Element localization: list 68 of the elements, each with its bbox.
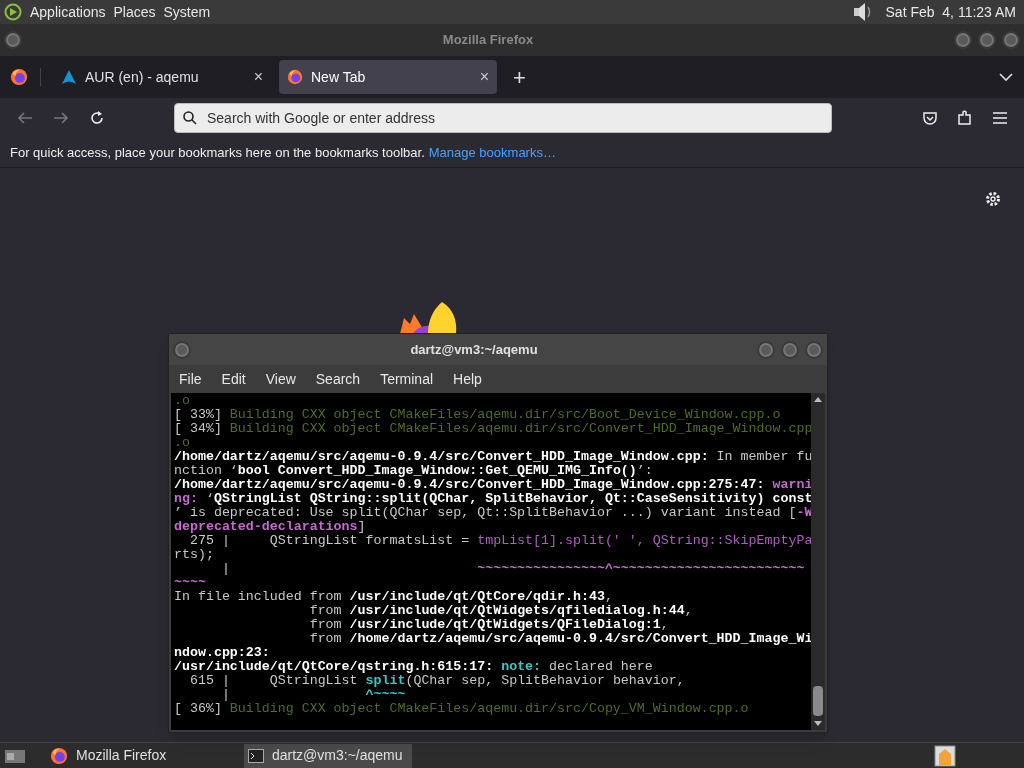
scroll-down-icon[interactable] bbox=[813, 720, 823, 728]
close-button[interactable] bbox=[805, 340, 823, 359]
terminal-icon bbox=[248, 748, 264, 763]
terminal-line: /home/dartz/aqemu/src/aqemu-0.9.4/src/Convert_HDD_Image_Window.cpp: In member fu bbox=[174, 450, 811, 464]
tab-close-button[interactable]: × bbox=[253, 65, 263, 89]
distro-logo-icon[interactable] bbox=[4, 3, 22, 21]
menu-item[interactable]: Search bbox=[315, 368, 361, 390]
menu-item[interactable]: View bbox=[265, 368, 296, 390]
firefox-icon bbox=[287, 69, 303, 85]
address-field[interactable]: Search with Google or enter address bbox=[174, 103, 832, 133]
browser-tab[interactable]: New Tab × bbox=[279, 60, 497, 94]
bookmarks-hint: For quick access, place your bookmarks here on the bookmarks toolbar. bbox=[10, 143, 425, 162]
terminal-line: ng: ‘QStringList QString::split(QChar, SplitBehavior, Qt::CaseSensitivity) const bbox=[174, 492, 811, 506]
maximize-button[interactable] bbox=[978, 31, 996, 49]
minimize-button[interactable] bbox=[954, 31, 972, 49]
terminal-line: [ 36%] Building CXX object CMakeFiles/aqemu.dir/src/Copy_VM_Window.cpp.o bbox=[174, 702, 750, 716]
tab-close-button[interactable]: × bbox=[479, 65, 489, 89]
menu-item[interactable]: Edit bbox=[221, 368, 246, 390]
arch-logo-icon bbox=[61, 69, 77, 85]
clock[interactable]: Sat Feb 4, 11:23 AM bbox=[885, 1, 1016, 23]
terminal-line: In file included from /usr/include/qt/QtCore/qdir.h:43, bbox=[174, 590, 614, 604]
window-title: dartz@vm3:~/aqemu bbox=[409, 340, 539, 359]
terminal-line: .o bbox=[174, 436, 191, 450]
window-title: Mozilla Firefox bbox=[441, 31, 535, 50]
panel-menu[interactable]: System bbox=[163, 1, 211, 23]
gear-icon[interactable] bbox=[984, 190, 1002, 208]
terminal-line: from /usr/include/qt/QtWidgets/QFileDialog:1, bbox=[308, 618, 670, 632]
taskbar-item[interactable]: dartz@vm3:~/aqemu bbox=[244, 743, 412, 768]
terminal-line: from /home/dartz/aqemu/src/aqemu-0.9.4/src/Convert_HDD_Image_Wi bbox=[308, 632, 811, 646]
terminal-line: [ 34%] Building CXX object CMakeFiles/aqemu.dir/src/Convert_HDD_Image_Window.cpp bbox=[174, 422, 811, 436]
terminal-line: nction ‘bool Convert_HDD_Image_Window::Get_QEMU_IMG_Info()’: bbox=[174, 464, 654, 478]
menu-item[interactable]: Terminal bbox=[380, 368, 434, 390]
terminal-line: ndow.cpp:23: bbox=[174, 646, 271, 660]
scrollbar-thumb[interactable] bbox=[813, 686, 823, 716]
browser-tab[interactable]: AUR (en) - aqemu × bbox=[53, 60, 271, 94]
panel-menu[interactable]: Applications bbox=[30, 1, 106, 23]
tray-applet-icon[interactable] bbox=[934, 744, 956, 767]
terminal-line: ~~~~ bbox=[174, 576, 207, 590]
minimize-button[interactable] bbox=[757, 340, 775, 359]
terminal-line: rts); bbox=[174, 548, 215, 562]
terminal-line: 615 | QStringList split(QChar sep, SplitBehavior behavior, bbox=[188, 674, 686, 688]
taskbar-item[interactable]: Mozilla Firefox bbox=[46, 743, 236, 768]
close-button[interactable] bbox=[1002, 31, 1020, 49]
maximize-button[interactable] bbox=[781, 340, 799, 359]
scroll-up-icon[interactable] bbox=[813, 395, 823, 403]
window-menu-button[interactable] bbox=[173, 340, 191, 359]
menu-item[interactable]: Help bbox=[453, 368, 482, 390]
pocket-icon[interactable] bbox=[922, 110, 938, 126]
scrollbar[interactable] bbox=[811, 393, 825, 730]
manage-bookmarks-link[interactable]: Manage bookmarks… bbox=[428, 142, 556, 163]
new-tab-button[interactable]: + bbox=[505, 60, 534, 94]
terminal-line: .o bbox=[174, 394, 191, 408]
puzzle-icon[interactable] bbox=[956, 109, 974, 127]
search-icon bbox=[182, 110, 198, 126]
terminal-line: /home/dartz/aqemu/src/aqemu-0.9.4/src/Convert_HDD_Image_Window.cpp:275:47: warni bbox=[174, 478, 811, 492]
window-menu-button[interactable] bbox=[4, 31, 22, 49]
firefox-icon bbox=[50, 746, 68, 765]
firefox-view-icon bbox=[10, 68, 28, 86]
terminal-line: from /usr/include/qt/QtWidgets/qfiledialog.h:44, bbox=[308, 604, 694, 618]
menu-icon[interactable] bbox=[992, 110, 1008, 126]
menu-item[interactable]: File bbox=[179, 368, 202, 390]
terminal-line: | ^~~~~ bbox=[220, 688, 407, 702]
terminal-line: | ~~~~~~~~~~~~~~~~^~~~~~~~~~~~~~~~~~~~~~~~~ bbox=[220, 562, 806, 576]
terminal-line: deprecated-declarations] bbox=[174, 520, 367, 534]
terminal-line: /usr/include/qt/QtCore/qstring.h:615:17: note: declared here bbox=[174, 660, 654, 674]
reload-icon[interactable] bbox=[88, 109, 106, 127]
terminal-line: [ 33%] Building CXX object CMakeFiles/aqemu.dir/src/Boot_Device_Window.cpp.o bbox=[174, 408, 782, 422]
panel-menu[interactable]: Places bbox=[113, 1, 156, 23]
